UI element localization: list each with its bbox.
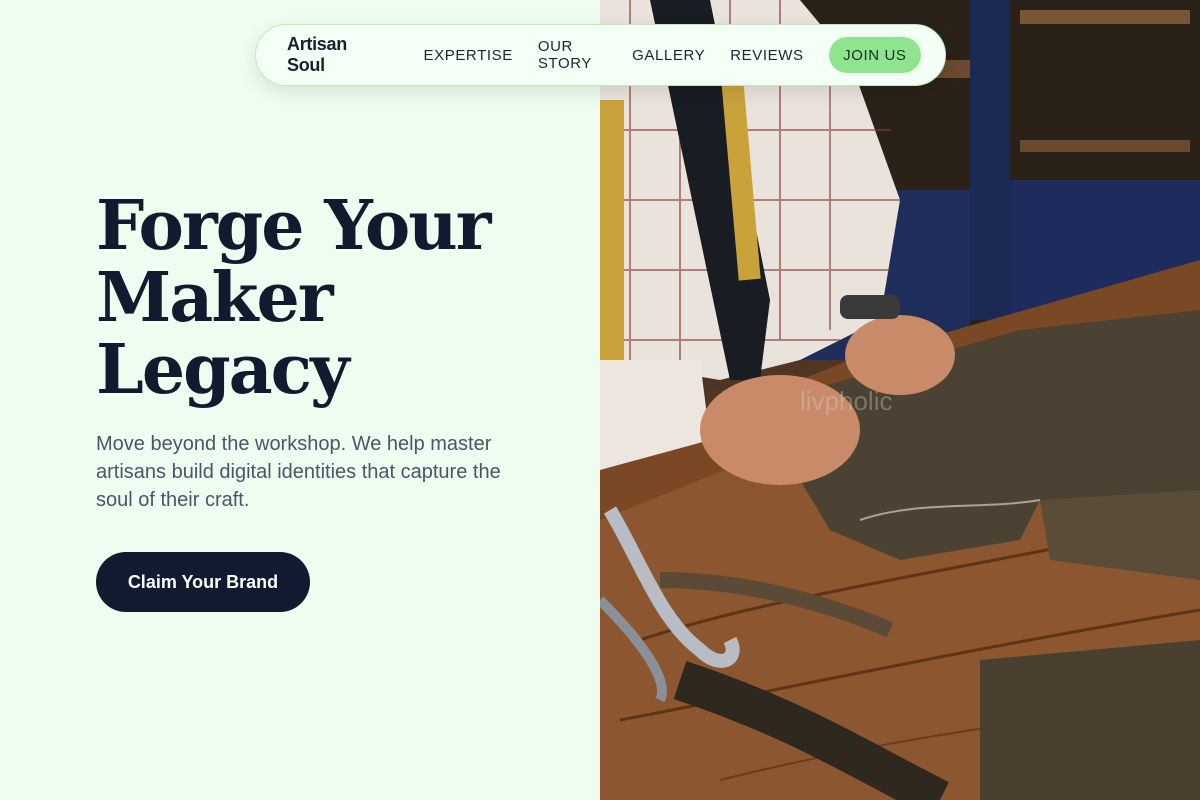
claim-brand-button[interactable]: Claim Your Brand (96, 552, 310, 612)
photo-illustration: livpholic (600, 0, 1200, 800)
photo-watermark: livpholic (800, 386, 893, 416)
hero-description: Move beyond the workshop. We help master… (96, 433, 501, 511)
nav-link-our-story[interactable]: OUR STORY (538, 38, 607, 72)
hero-section: Forge Your Maker Legacy Move beyond the … (0, 0, 600, 800)
top-navbar: Artisan Soul EXPERTISE OUR STORY GALLERY… (255, 24, 946, 86)
hero-title: Forge Your Maker Legacy (96, 186, 491, 410)
hero-title-line: Forge Your (96, 186, 491, 266)
landing-page: Forge Your Maker Legacy Move beyond the … (0, 0, 1200, 800)
nav-links: EXPERTISE OUR STORY GALLERY REVIEWS (424, 38, 829, 72)
nav-link-reviews[interactable]: REVIEWS (730, 47, 803, 64)
nav-link-expertise[interactable]: EXPERTISE (424, 47, 513, 64)
hero-title-line: Legacy (96, 330, 350, 410)
hero-title-line: Maker (96, 258, 334, 338)
brand-logo[interactable]: Artisan Soul (287, 34, 384, 76)
nav-link-gallery[interactable]: GALLERY (632, 47, 705, 64)
join-us-button[interactable]: JOIN US (828, 37, 921, 73)
tailor-cutting-tweed-fabric-photo: livpholic (600, 0, 1200, 800)
